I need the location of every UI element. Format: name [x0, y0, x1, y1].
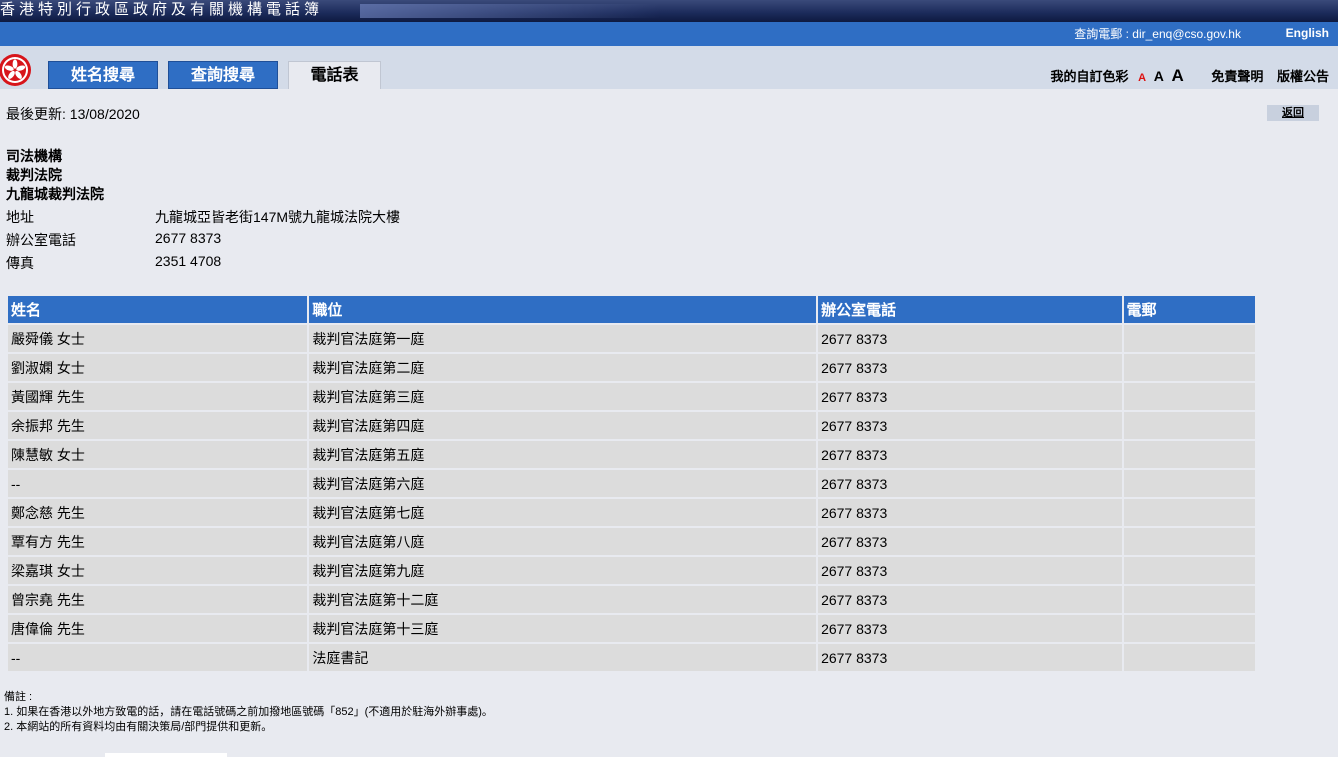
toolbar-links: 我的自訂色彩 A A A 免責聲明 版權公告 [1040, 66, 1329, 86]
header-name: 姓名 [8, 296, 308, 323]
cell-position: 裁判官法庭第十三庭 [309, 615, 817, 642]
cell-name: -- [8, 470, 308, 497]
table-row: 覃有方 先生 裁判官法庭第八庭 2677 8373 [8, 528, 1255, 555]
cell-email [1123, 615, 1255, 642]
last-updated: 最後更新: 13/08/2020 [6, 106, 140, 122]
cell-phone: 2677 8373 [818, 354, 1122, 381]
table-row: -- 法庭書記 2677 8373 [8, 644, 1255, 671]
cell-email [1123, 470, 1255, 497]
note-item: 1. 如果在香港以外地方致電的話，請在電話號碼之前加撥地區號碼「852」(不適用… [4, 706, 493, 718]
cell-phone: 2677 8373 [818, 412, 1122, 439]
fax-label: 傳真 [6, 255, 34, 271]
table-row: 鄭念慈 先生 裁判官法庭第七庭 2677 8373 [8, 499, 1255, 526]
font-size-small-button[interactable]: A [1138, 72, 1146, 84]
address-label: 地址 [6, 209, 34, 225]
table-row: 嚴舜儀 女士 裁判官法庭第一庭 2677 8373 [8, 325, 1255, 352]
table-row: 黃國輝 先生 裁判官法庭第三庭 2677 8373 [8, 383, 1255, 410]
cell-name: 梁嘉琪 女士 [8, 557, 308, 584]
cell-email [1123, 586, 1255, 613]
cell-name: 余振邦 先生 [8, 412, 308, 439]
cell-name: 劉淑嫻 女士 [8, 354, 308, 381]
office-phone-value: 2677 8373 [155, 230, 222, 246]
cell-position: 裁判官法庭第六庭 [309, 470, 817, 497]
tab-name-search[interactable]: 姓名搜尋 [48, 61, 158, 89]
font-size-medium-button[interactable]: A [1154, 68, 1164, 84]
back-button[interactable]: 返回 [1267, 105, 1319, 121]
header-position: 職位 [309, 296, 817, 323]
cell-email [1123, 499, 1255, 526]
cell-position: 裁判官法庭第十二庭 [309, 586, 817, 613]
cell-email [1123, 354, 1255, 381]
cell-name: 嚴舜儀 女士 [8, 325, 308, 352]
header-email: 電郵 [1123, 296, 1255, 323]
cell-phone: 2677 8373 [818, 528, 1122, 555]
notes-title: 備註 : [4, 691, 33, 703]
table-row: 劉淑嫻 女士 裁判官法庭第二庭 2677 8373 [8, 354, 1255, 381]
cell-phone: 2677 8373 [818, 441, 1122, 468]
top-bar: 查詢電郵 : dir_enq@cso.gov.hk English [0, 22, 1338, 46]
cell-position: 裁判官法庭第五庭 [309, 441, 817, 468]
cell-position: 裁判官法庭第一庭 [309, 325, 817, 352]
office-phone-label: 辦公室電話 [6, 232, 76, 248]
cell-email [1123, 441, 1255, 468]
org-level-1[interactable]: 司法機構 [6, 146, 62, 166]
cell-position: 裁判官法庭第三庭 [309, 383, 817, 410]
table-row: -- 裁判官法庭第六庭 2677 8373 [8, 470, 1255, 497]
english-link[interactable]: English [1286, 26, 1329, 40]
site-banner: 香港特別行政區政府及有關機構電話簿 [0, 0, 1338, 22]
fax-value: 2351 4708 [155, 253, 222, 269]
table-header-row: 姓名 職位 辦公室電話 電郵 [8, 296, 1255, 323]
cell-position: 裁判官法庭第八庭 [309, 528, 817, 555]
cell-email [1123, 383, 1255, 410]
banner-glow [360, 4, 660, 18]
cell-name: 陳慧敏 女士 [8, 441, 308, 468]
org-level-3: 九龍城裁判法院 [6, 186, 104, 202]
table-row: 余振邦 先生 裁判官法庭第四庭 2677 8373 [8, 412, 1255, 439]
cell-email [1123, 644, 1255, 671]
cell-position: 裁判官法庭第四庭 [309, 412, 817, 439]
cell-name: 曾宗堯 先生 [8, 586, 308, 613]
table-row: 唐偉倫 先生 裁判官法庭第十三庭 2677 8373 [8, 615, 1255, 642]
cell-name: 鄭念慈 先生 [8, 499, 308, 526]
cell-phone: 2677 8373 [818, 644, 1122, 671]
cell-phone: 2677 8373 [818, 470, 1122, 497]
hksar-bauhinia-emblem-icon[interactable] [0, 48, 34, 88]
cell-position: 法庭書記 [309, 644, 817, 671]
cell-email [1123, 412, 1255, 439]
cell-phone: 2677 8373 [818, 325, 1122, 352]
cell-phone: 2677 8373 [818, 499, 1122, 526]
cell-email [1123, 557, 1255, 584]
note-item: 2. 本網站的所有資料均由有關決策局/部門提供和更新。 [4, 721, 273, 733]
tab-phone-list[interactable]: 電話表 [288, 61, 381, 89]
copyright-link[interactable]: 版權公告 [1277, 69, 1329, 84]
notes-section: 備註 : 1. 如果在香港以外地方致電的話，請在電話號碼之前加撥地區號碼「852… [4, 690, 493, 735]
cell-name: -- [8, 644, 308, 671]
header-office-phone: 辦公室電話 [818, 296, 1122, 323]
site-title: 香港特別行政區政府及有關機構電話簿 [0, 1, 324, 18]
cell-position: 裁判官法庭第二庭 [309, 354, 817, 381]
cell-email [1123, 528, 1255, 555]
cell-phone: 2677 8373 [818, 615, 1122, 642]
cell-position: 裁判官法庭第九庭 [309, 557, 817, 584]
table-row: 陳慧敏 女士 裁判官法庭第五庭 2677 8373 [8, 441, 1255, 468]
custom-color-link[interactable]: 我的自訂色彩 [1050, 69, 1128, 84]
cell-phone: 2677 8373 [818, 557, 1122, 584]
disclaimer-link[interactable]: 免責聲明 [1211, 69, 1263, 84]
tab-enquiry-search[interactable]: 查詢搜尋 [168, 61, 278, 89]
cell-name: 黃國輝 先生 [8, 383, 308, 410]
cell-email [1123, 325, 1255, 352]
cell-name: 唐偉倫 先生 [8, 615, 308, 642]
address-value: 九龍城亞皆老街147M號九龍城法院大樓 [155, 209, 401, 225]
cell-position: 裁判官法庭第七庭 [309, 499, 817, 526]
enquiry-email-link[interactable]: 查詢電郵 : dir_enq@cso.gov.hk [1074, 25, 1241, 42]
cell-name: 覃有方 先生 [8, 528, 308, 555]
staff-table: 姓名 職位 辦公室電話 電郵 嚴舜儀 女士 裁判官法庭第一庭 2677 8373… [6, 294, 1257, 673]
bottom-strip [105, 753, 227, 757]
cell-phone: 2677 8373 [818, 586, 1122, 613]
table-row: 曾宗堯 先生 裁判官法庭第十二庭 2677 8373 [8, 586, 1255, 613]
org-level-2[interactable]: 裁判法院 [6, 165, 62, 185]
font-size-large-button[interactable]: A [1171, 66, 1183, 85]
cell-phone: 2677 8373 [818, 383, 1122, 410]
table-row: 梁嘉琪 女士 裁判官法庭第九庭 2677 8373 [8, 557, 1255, 584]
